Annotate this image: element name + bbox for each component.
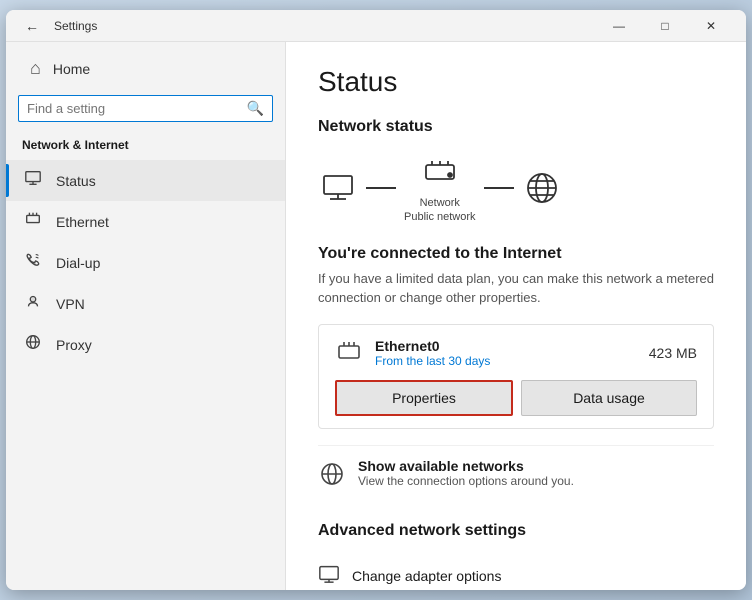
ethernet-icon (22, 210, 44, 233)
pc-icon (318, 168, 358, 208)
available-networks-text: Show available networks View the connect… (358, 458, 574, 488)
home-icon: ⌂ (30, 58, 41, 79)
available-networks-icon (318, 460, 346, 494)
window-controls: — □ ✕ (596, 10, 734, 42)
search-box: 🔍 (18, 95, 273, 122)
properties-button[interactable]: Properties (335, 380, 513, 416)
net-line-1 (366, 187, 396, 189)
ethernet-label: Ethernet (56, 214, 109, 230)
ethernet-sub: From the last 30 days (375, 354, 490, 368)
main-content: ⌂ Home 🔍 Network & Internet S (6, 42, 746, 590)
window-title: Settings (54, 19, 596, 33)
ethernet-buttons: Properties Data usage (335, 380, 697, 416)
change-adapter-icon (318, 562, 340, 590)
sidebar-section-label: Network & Internet (6, 134, 285, 160)
minimize-button[interactable]: — (596, 10, 642, 42)
proxy-label: Proxy (56, 337, 92, 353)
available-networks: Show available networks View the connect… (318, 445, 714, 506)
globe-icon (522, 168, 562, 208)
pc-icon-group (318, 168, 358, 208)
router-icon (420, 152, 460, 192)
data-usage-button[interactable]: Data usage (521, 380, 697, 416)
proxy-icon (22, 333, 44, 356)
ethernet-card: Ethernet0 From the last 30 days 423 MB P… (318, 324, 714, 429)
sidebar-item-home[interactable]: ⌂ Home (14, 50, 277, 87)
maximize-button[interactable]: □ (642, 10, 688, 42)
home-label: Home (53, 61, 90, 77)
ethernet-info-row: Ethernet0 From the last 30 days 423 MB (335, 337, 697, 370)
back-button[interactable]: ← (18, 12, 46, 40)
status-label: Status (56, 173, 96, 189)
connected-title: You're connected to the Internet (318, 245, 714, 263)
network-status-title: Network status (318, 118, 714, 136)
search-icon: 🔍 (247, 100, 264, 117)
vpn-icon (22, 292, 44, 315)
globe-icon-group (522, 168, 562, 208)
connected-desc: If you have a limited data plan, you can… (318, 269, 714, 308)
ethernet-size: 423 MB (649, 345, 697, 361)
net-line-2 (484, 187, 514, 189)
vpn-label: VPN (56, 296, 85, 312)
sidebar-item-dialup[interactable]: Dial-up (6, 242, 285, 283)
settings-window: ← Settings — □ ✕ ⌂ Home 🔍 Network & Inte… (6, 10, 746, 590)
router-icon-group: Network Public network (404, 152, 476, 225)
advanced-title: Advanced network settings (318, 522, 714, 540)
status-icon (22, 169, 44, 192)
sidebar-item-status[interactable]: Status (6, 160, 285, 201)
ethernet-card-icon (335, 337, 363, 370)
sidebar-item-proxy[interactable]: Proxy (6, 324, 285, 365)
search-input[interactable] (27, 101, 247, 116)
ethernet-name: Ethernet0 (375, 338, 490, 354)
sidebar-item-vpn[interactable]: VPN (6, 283, 285, 324)
page-title: Status (318, 66, 714, 98)
avail-sub: View the connection options around you. (358, 474, 574, 488)
change-adapter-label[interactable]: Change adapter options (352, 568, 501, 584)
sidebar-item-ethernet[interactable]: Ethernet (6, 201, 285, 242)
network-label: Network Public network (404, 196, 476, 225)
ethernet-info: Ethernet0 From the last 30 days (335, 337, 490, 370)
change-adapter-item[interactable]: Change adapter options (318, 554, 714, 590)
network-diagram: Network Public network (318, 152, 714, 225)
dialup-label: Dial-up (56, 255, 100, 271)
sidebar: ⌂ Home 🔍 Network & Internet S (6, 42, 286, 590)
title-bar: ← Settings — □ ✕ (6, 10, 746, 42)
close-button[interactable]: ✕ (688, 10, 734, 42)
avail-title[interactable]: Show available networks (358, 458, 574, 474)
right-panel: Status Network status (286, 42, 746, 590)
dialup-icon (22, 251, 44, 274)
ethernet-text: Ethernet0 From the last 30 days (375, 338, 490, 368)
